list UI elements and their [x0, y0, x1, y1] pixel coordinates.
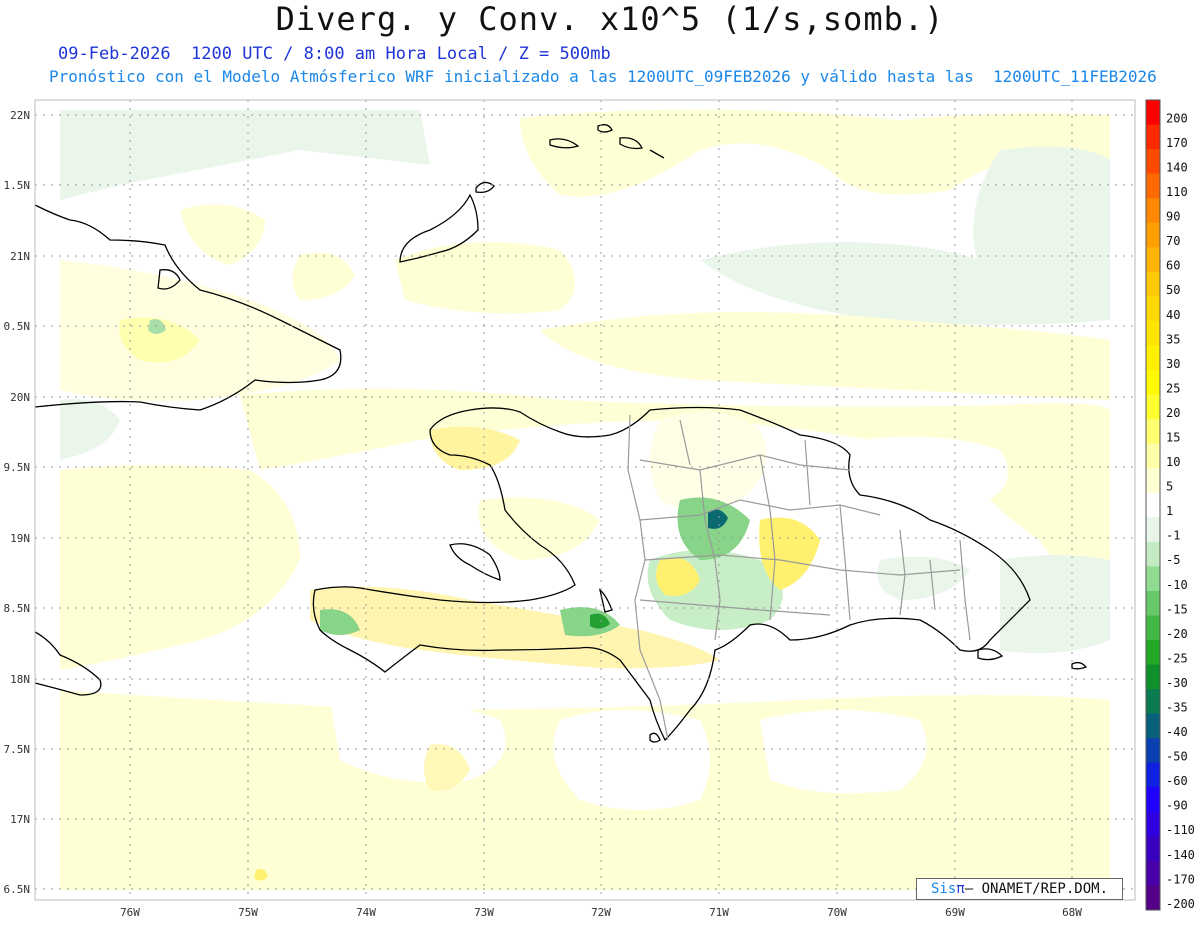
colorbar-swatch	[1146, 492, 1160, 518]
colorbar-swatch	[1146, 689, 1160, 715]
colorbar-swatch	[1146, 811, 1160, 837]
colorbar-label: 200	[1166, 111, 1188, 125]
colorbar-swatch	[1146, 860, 1160, 886]
colorbar-swatch	[1146, 394, 1160, 420]
colorbar-label: 40	[1166, 308, 1180, 322]
lat-label: 22N	[10, 109, 30, 122]
pi-symbol: π	[956, 881, 965, 897]
lon-label: 74W	[356, 906, 376, 919]
colorbar-label: 25	[1166, 381, 1180, 395]
colorbar-label: -30	[1166, 676, 1188, 690]
colorbar-swatch	[1146, 541, 1160, 567]
colorbar-swatch	[1146, 271, 1160, 297]
colorbar-label: -20	[1166, 627, 1188, 641]
colorbar-swatch	[1146, 615, 1160, 641]
colorbar-swatch	[1146, 566, 1160, 592]
colorbar-swatch	[1146, 664, 1160, 690]
colorbar-swatch	[1146, 100, 1160, 126]
colorbar-label: -200	[1166, 897, 1195, 911]
colorbar-label: -25	[1166, 651, 1188, 665]
colorbar-swatch	[1146, 345, 1160, 371]
colorbar-label: -60	[1166, 774, 1188, 788]
colorbar-swatch	[1146, 762, 1160, 788]
colorbar-label: 50	[1166, 283, 1180, 297]
colorbar-label: -110	[1166, 823, 1195, 837]
colorbar-label: 110	[1166, 185, 1188, 199]
colorbar-label: 90	[1166, 210, 1180, 224]
colorbar-label: 35	[1166, 332, 1180, 346]
colorbar-label: 20	[1166, 406, 1180, 420]
colorbar-swatch	[1146, 517, 1160, 543]
lat-label: 7.5N	[4, 743, 31, 756]
lon-label: 70W	[827, 906, 847, 919]
sispi-logo-text: Sis	[930, 881, 957, 897]
lat-label: 8.5N	[4, 602, 31, 615]
lon-label: 73W	[474, 906, 494, 919]
colorbar-swatch	[1146, 885, 1160, 911]
colorbar-label: 1	[1166, 504, 1173, 518]
lat-label: 21N	[10, 250, 30, 263]
colorbar-label: -15	[1166, 602, 1188, 616]
colorbar-label: -10	[1166, 578, 1188, 592]
lat-label: 19N	[10, 532, 30, 545]
credit-text: – ONAMET/REP.DOM.	[964, 881, 1109, 897]
lon-label: 69W	[945, 906, 965, 919]
colorbar-swatch	[1146, 222, 1160, 248]
colorbar-label: 60	[1166, 259, 1180, 273]
lat-label: 1.5N	[4, 179, 31, 192]
lat-label: 6.5N	[4, 883, 31, 896]
colorbar-label: -170	[1166, 872, 1195, 886]
colorbar-label: 30	[1166, 357, 1180, 371]
lon-label: 68W	[1062, 906, 1082, 919]
colorbar-label: -140	[1166, 848, 1195, 862]
colorbar-label: 170	[1166, 136, 1188, 150]
colorbar-swatch	[1146, 370, 1160, 396]
colorbar-label: 140	[1166, 161, 1188, 175]
colorbar-swatch	[1146, 149, 1160, 175]
lon-label: 75W	[238, 906, 258, 919]
colorbar-label: -5	[1166, 553, 1180, 567]
colorbar-label: 70	[1166, 234, 1180, 248]
colorbar-swatch	[1146, 738, 1160, 764]
colorbar-swatch	[1146, 198, 1160, 224]
lat-label: 0.5N	[4, 320, 31, 333]
lat-label: 17N	[10, 813, 30, 826]
colorbar-label: -1	[1166, 529, 1180, 543]
colorbar-label: -90	[1166, 799, 1188, 813]
colorbar-swatch	[1146, 247, 1160, 273]
divergence-map: 22N 1.5N 21N 0.5N 20N 9.5N 19N 8.5N 18N …	[4, 99, 1195, 919]
colorbar-swatch	[1146, 787, 1160, 813]
credit-box: Sisπ– ONAMET/REP.DOM.	[916, 878, 1123, 900]
lat-label: 9.5N	[4, 461, 31, 474]
longitude-labels: 76W 75W 74W 73W 72W 71W 70W 69W 68W	[120, 906, 1082, 919]
colorbar-swatch	[1146, 320, 1160, 346]
colorbar-swatch	[1146, 296, 1160, 322]
latitude-labels: 22N 1.5N 21N 0.5N 20N 9.5N 19N 8.5N 18N …	[4, 109, 31, 896]
lon-label: 76W	[120, 906, 140, 919]
colorbar: 200 170 140 110 90 70 60 50 40 35 30 25 20 15 10 5 1 -1 -5…	[1145, 99, 1195, 911]
colorbar-swatch	[1146, 443, 1160, 469]
lon-label: 72W	[591, 906, 611, 919]
colorbar-swatch	[1146, 640, 1160, 666]
colorbar-swatch	[1146, 124, 1160, 150]
colorbar-label: -40	[1166, 725, 1188, 739]
colorbar-label: -35	[1166, 701, 1188, 715]
colorbar-swatch	[1146, 419, 1160, 445]
colorbar-swatch	[1146, 713, 1160, 739]
colorbar-swatch	[1146, 590, 1160, 616]
colorbar-label: 15	[1166, 431, 1180, 445]
colorbar-swatch	[1146, 836, 1160, 862]
colorbar-label: -50	[1166, 750, 1188, 764]
lon-label: 71W	[709, 906, 729, 919]
colorbar-label: 10	[1166, 455, 1180, 469]
lat-label: 18N	[10, 673, 30, 686]
colorbar-swatch	[1146, 468, 1160, 494]
lat-label: 20N	[10, 391, 30, 404]
colorbar-swatch	[1146, 173, 1160, 199]
colorbar-label: 5	[1166, 480, 1173, 494]
